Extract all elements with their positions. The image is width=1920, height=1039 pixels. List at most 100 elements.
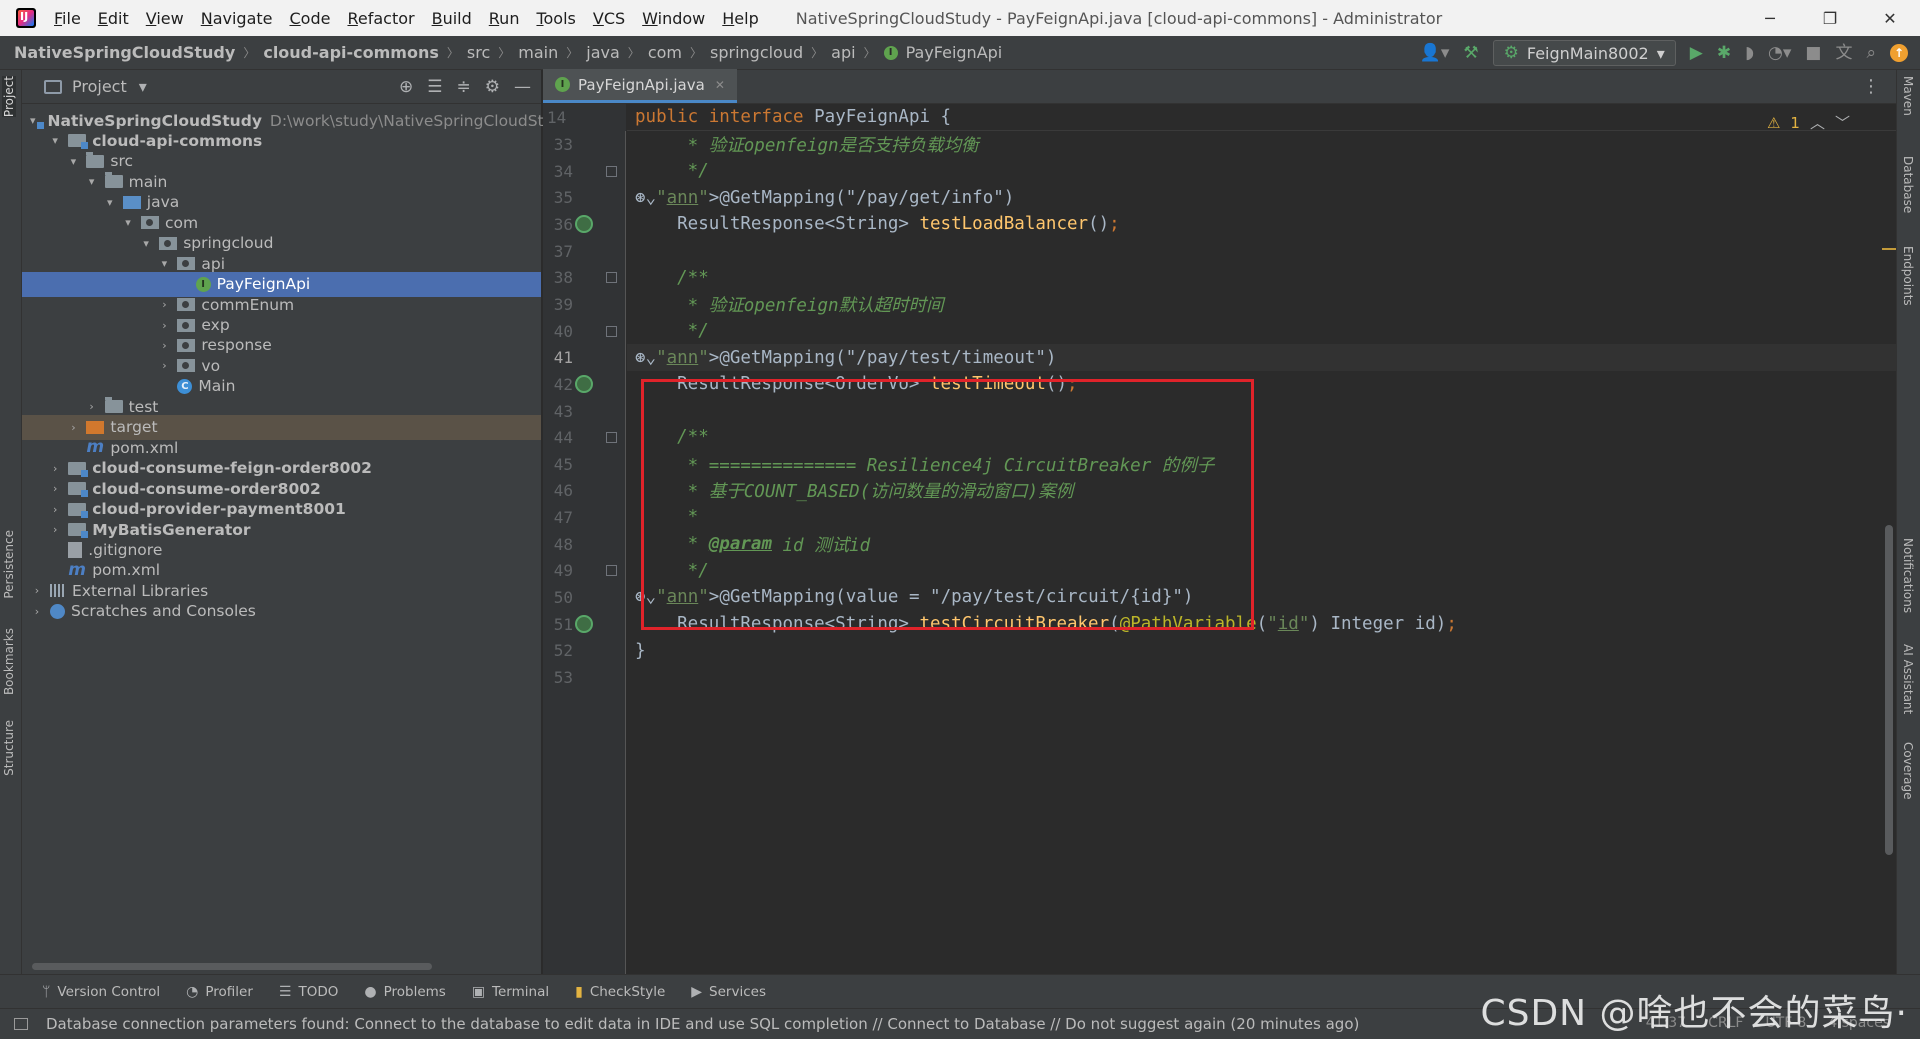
horizontal-scrollbar[interactable] bbox=[32, 963, 432, 970]
code-line[interactable]: ResultResponse<String> testCircuitBreake… bbox=[627, 611, 1896, 638]
build-hammer-icon[interactable]: ⚒ bbox=[1463, 44, 1478, 62]
chevron-right-icon[interactable]: › bbox=[66, 421, 80, 434]
restore-button[interactable]: ❐ bbox=[1800, 0, 1860, 36]
tool-tab-ai-assistant[interactable]: AI Assistant bbox=[1901, 644, 1915, 714]
chevron-up-icon[interactable]: ︿ bbox=[1810, 112, 1825, 133]
inspection-widget[interactable]: ⚠ 1 ︿ ﹀ bbox=[1767, 112, 1850, 133]
spring-bean-icon[interactable] bbox=[575, 614, 593, 633]
chevron-right-icon[interactable]: › bbox=[30, 605, 44, 618]
search-icon[interactable]: ⌕ bbox=[1866, 44, 1876, 62]
chevron-down-icon[interactable]: ▾ bbox=[66, 155, 80, 168]
chevron-right-icon[interactable]: › bbox=[157, 298, 171, 311]
menu-file[interactable]: File bbox=[54, 9, 81, 28]
gear-icon[interactable]: ⚙ bbox=[485, 77, 500, 97]
code-line[interactable]: * 基于COUNT_BASED(访问数量的滑动窗口)案例 bbox=[627, 477, 1896, 504]
line-number[interactable]: 37 bbox=[543, 242, 573, 261]
menu-help[interactable]: Help bbox=[722, 9, 758, 28]
tool-checkstyle[interactable]: ▮ CheckStyle bbox=[575, 984, 665, 1000]
breadcrumb-file[interactable]: PayFeignApi bbox=[906, 43, 1003, 62]
chevron-down-icon[interactable]: ▾ bbox=[139, 77, 147, 96]
menu-tools[interactable]: Tools bbox=[536, 9, 575, 28]
line-number[interactable]: 44 bbox=[543, 428, 573, 447]
fold-icon[interactable] bbox=[606, 165, 617, 177]
line-number[interactable]: 36 bbox=[543, 215, 573, 234]
debug-icon[interactable]: ✱ bbox=[1717, 44, 1731, 62]
menu-view[interactable]: View bbox=[146, 9, 184, 28]
code-line[interactable]: * bbox=[627, 504, 1896, 531]
tool-services[interactable]: ▶ Services bbox=[691, 984, 766, 1000]
chevron-down-icon[interactable]: ▾ bbox=[139, 237, 153, 250]
chevron-down-icon[interactable]: ▾ bbox=[157, 257, 171, 270]
run-icon[interactable]: ▶ bbox=[1690, 44, 1703, 62]
tool-profiler[interactable]: ◔ Profiler bbox=[186, 984, 253, 1000]
menu-navigate[interactable]: Navigate bbox=[201, 9, 273, 28]
code-line[interactable] bbox=[627, 398, 1896, 425]
fold-icon[interactable] bbox=[606, 272, 617, 284]
close-icon[interactable]: ✕ bbox=[715, 78, 725, 92]
line-number[interactable]: 50 bbox=[543, 588, 573, 607]
line-number[interactable]: 52 bbox=[543, 641, 573, 660]
menu-run[interactable]: Run bbox=[489, 9, 520, 28]
line-number[interactable]: 45 bbox=[543, 455, 573, 474]
more-icon[interactable]: ⋮ bbox=[1862, 76, 1880, 97]
chevron-down-icon[interactable]: ﹀ bbox=[1835, 112, 1850, 133]
line-number[interactable]: 33 bbox=[543, 135, 573, 154]
line-number[interactable]: 47 bbox=[543, 508, 573, 527]
line-number[interactable]: 42 bbox=[543, 375, 573, 394]
line-number[interactable]: 41 bbox=[543, 348, 573, 367]
project-panel-title[interactable]: Project bbox=[72, 77, 127, 96]
code-line[interactable] bbox=[627, 664, 1896, 691]
menu-build[interactable]: Build bbox=[432, 9, 472, 28]
line-number[interactable]: 43 bbox=[543, 402, 573, 421]
code-line[interactable]: /** bbox=[627, 264, 1896, 291]
code-line[interactable]: * @param id 测试id bbox=[627, 531, 1896, 558]
tool-tab-structure[interactable]: Structure bbox=[2, 720, 16, 776]
chevron-right-icon[interactable]: › bbox=[48, 462, 62, 475]
code-line[interactable]: * 验证openfeign默认超时时间 bbox=[627, 291, 1896, 318]
code-area[interactable]: * 验证openfeign是否支持负载均衡 */ ⊛⌄ " ann " >@GetMap… bbox=[627, 104, 1896, 974]
fold-icon[interactable] bbox=[606, 325, 617, 337]
fold-icon[interactable] bbox=[606, 432, 617, 444]
line-number[interactable]: 49 bbox=[543, 561, 573, 580]
chevron-down-icon[interactable]: ▾ bbox=[30, 114, 36, 127]
profile-icon[interactable]: ◔▾ bbox=[1768, 44, 1791, 62]
line-number[interactable]: 35 bbox=[543, 188, 573, 207]
chevron-right-icon[interactable]: › bbox=[157, 339, 171, 352]
collapse-all-icon[interactable]: ≑ bbox=[457, 77, 471, 97]
code-line[interactable]: */ bbox=[627, 318, 1896, 345]
code-line[interactable]: */ bbox=[627, 158, 1896, 185]
chevron-down-icon[interactable]: ▾ bbox=[103, 196, 117, 209]
line-number[interactable]: 38 bbox=[543, 268, 573, 287]
spring-bean-icon[interactable] bbox=[575, 374, 593, 393]
code-line[interactable]: * ============== Resilience4j CircuitBre… bbox=[627, 451, 1896, 478]
menu-vcs[interactable]: VCS bbox=[593, 9, 625, 28]
code-line[interactable]: */ bbox=[627, 557, 1896, 584]
code-line[interactable]: * 验证openfeign是否支持负载均衡 bbox=[627, 131, 1896, 158]
tool-todo[interactable]: ☰ TODO bbox=[279, 984, 338, 1000]
code-line[interactable]: /** bbox=[627, 424, 1896, 451]
line-number[interactable]: 39 bbox=[543, 295, 573, 314]
chevron-right-icon[interactable]: › bbox=[48, 482, 62, 495]
chevron-down-icon[interactable]: ▾ bbox=[85, 175, 99, 188]
menu-edit[interactable]: Edit bbox=[98, 9, 129, 28]
breadcrumb-src[interactable]: src bbox=[467, 43, 490, 62]
line-number[interactable]: 48 bbox=[543, 535, 573, 554]
breadcrumb-springcloud[interactable]: springcloud bbox=[710, 43, 803, 62]
close-button[interactable]: ✕ bbox=[1860, 0, 1920, 36]
line-number[interactable]: 51 bbox=[543, 615, 573, 634]
tool-tab-persistence[interactable]: Persistence bbox=[2, 530, 16, 599]
coverage-icon[interactable]: ◗ bbox=[1745, 44, 1754, 62]
warning-stripe[interactable] bbox=[1882, 248, 1896, 250]
tool-problems[interactable]: ● Problems bbox=[364, 984, 445, 1000]
chevron-down-icon[interactable]: ▾ bbox=[48, 134, 62, 147]
breadcrumb-module[interactable]: cloud-api-commons bbox=[263, 43, 439, 62]
tool-version-control[interactable]: ᛘ Version Control bbox=[42, 984, 160, 1000]
tool-terminal[interactable]: ▣ Terminal bbox=[472, 984, 549, 1000]
code-line[interactable] bbox=[627, 238, 1896, 265]
stop-icon[interactable]: ■ bbox=[1805, 44, 1821, 62]
update-icon[interactable]: ↑ bbox=[1890, 44, 1908, 62]
status-message[interactable]: Database connection parameters found: Co… bbox=[46, 1015, 1359, 1033]
line-number[interactable]: 53 bbox=[543, 668, 573, 687]
chevron-right-icon[interactable]: › bbox=[85, 400, 99, 413]
tool-tab-maven[interactable]: Maven bbox=[1901, 76, 1915, 116]
